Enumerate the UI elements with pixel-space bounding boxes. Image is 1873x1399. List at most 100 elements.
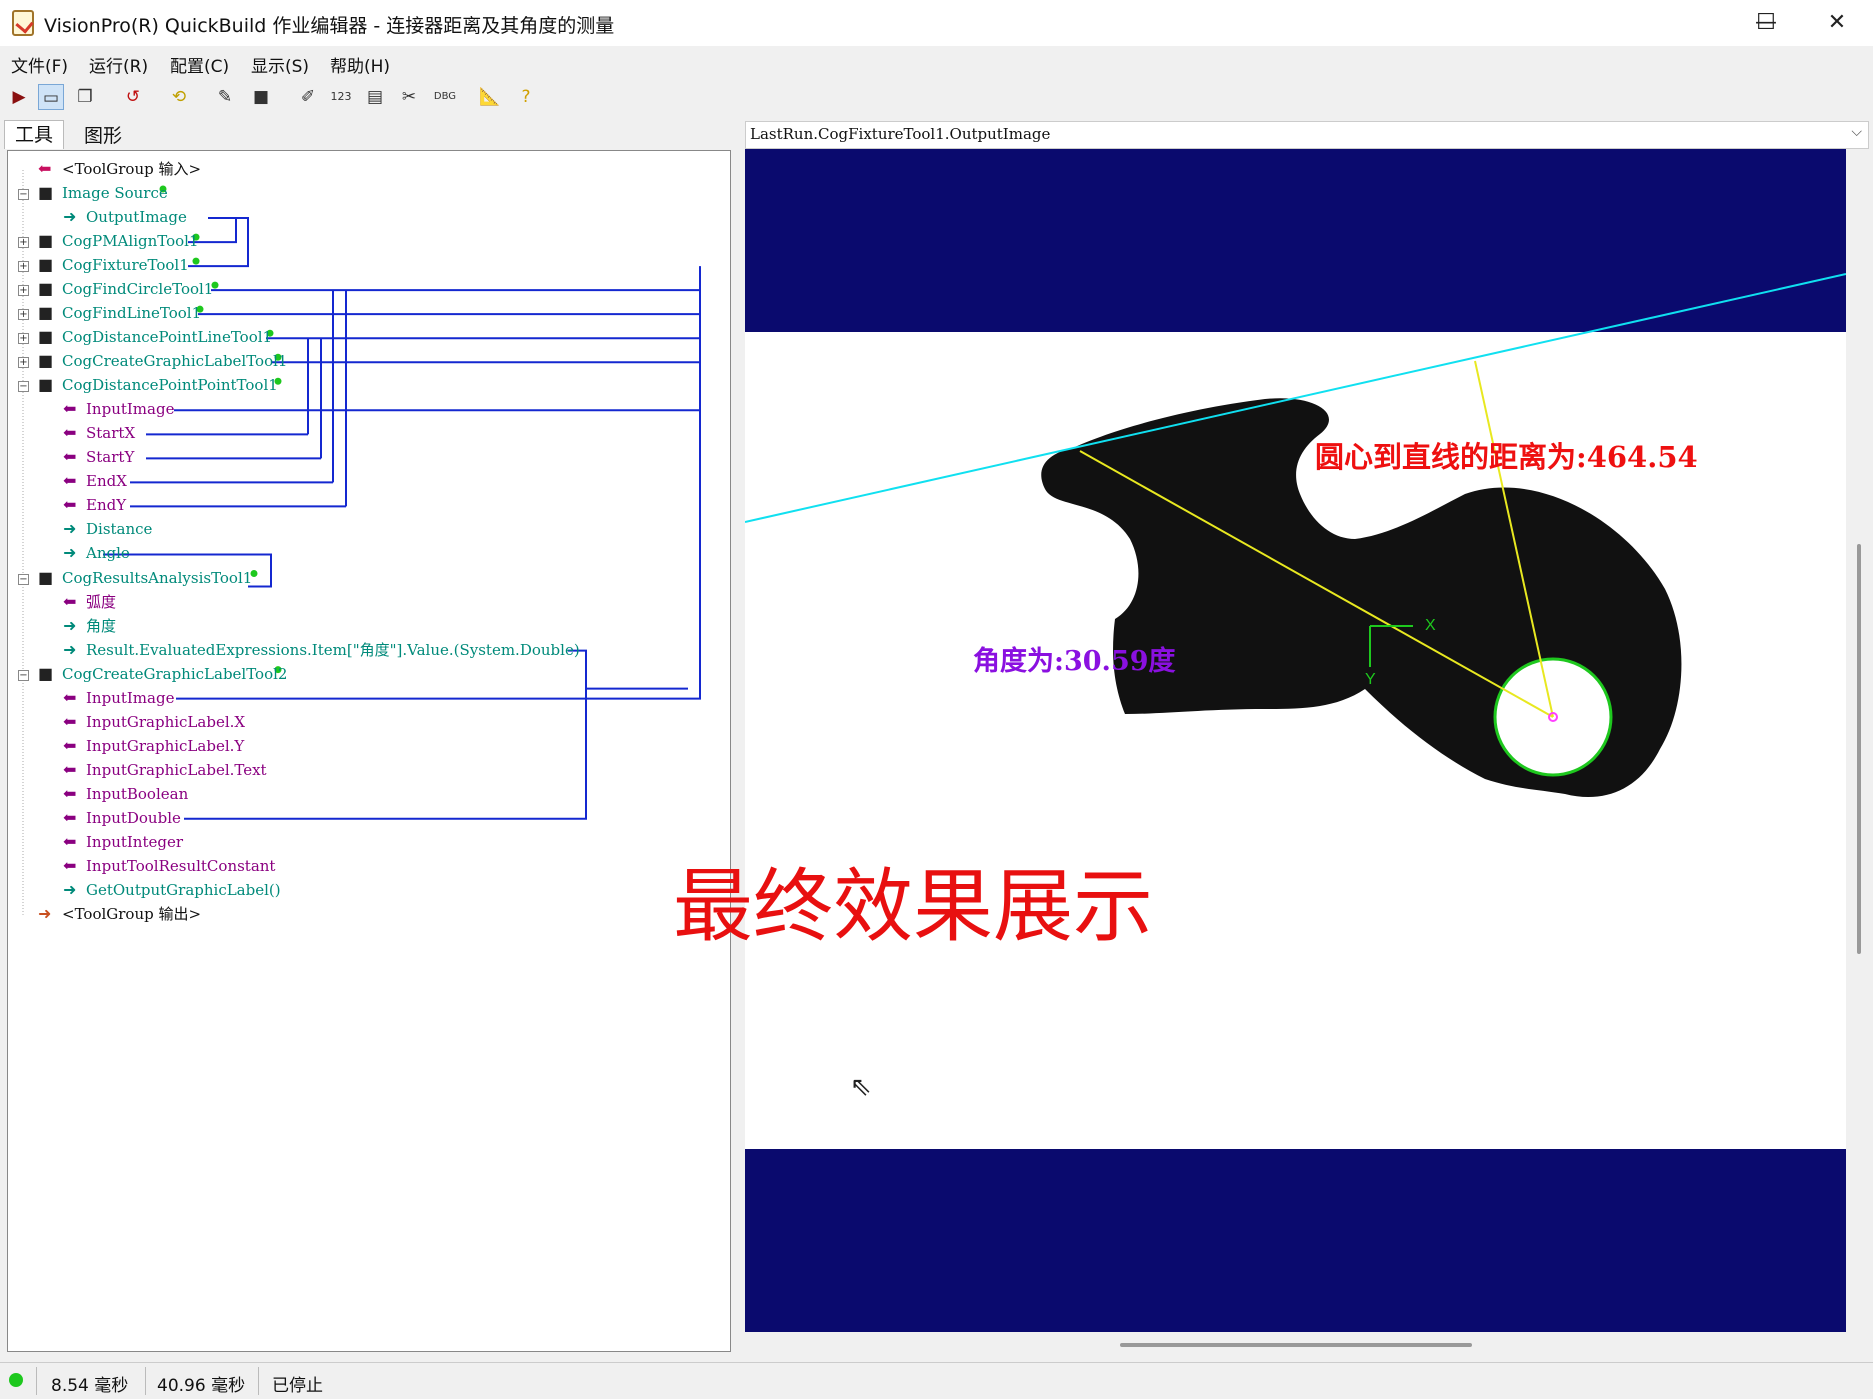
tree-group-node[interactable]: <ToolGroup 输出>: [62, 905, 201, 923]
image-source-selector[interactable]: LastRun.CogFixtureTool1.OutputImage ⌵: [745, 121, 1869, 149]
output-arrow-icon: ⬅: [38, 159, 52, 178]
tree-expander-icon[interactable]: −: [18, 189, 29, 201]
status-divider: [258, 1367, 259, 1395]
tree-terminal-node[interactable]: InputToolResultConstant: [86, 857, 275, 875]
reset-icon[interactable]: ↺: [120, 84, 146, 110]
output-arrow-icon: ➜: [63, 615, 77, 635]
tree-terminal-node[interactable]: StartY: [86, 448, 134, 466]
vertical-scrollbar[interactable]: [1853, 149, 1867, 1332]
tree-tool-node[interactable]: CogDistancePointPointTool1: [62, 376, 278, 394]
show-image-icon[interactable]: ▭: [38, 84, 64, 110]
output-arrow-icon: ➜: [63, 639, 77, 659]
tree-terminal-node[interactable]: Result.EvaluatedExpressions.Item["角度"].V…: [86, 641, 580, 659]
tree-expander-icon[interactable]: −: [18, 669, 29, 681]
horizontal-scroll-thumb[interactable]: [1120, 1343, 1472, 1347]
output-arrow-icon: ➜: [63, 519, 77, 539]
tree-expander-icon[interactable]: +: [18, 237, 29, 249]
tree-terminal-node[interactable]: 弧度: [86, 593, 116, 611]
input-arrow-icon: ⬅: [63, 471, 77, 491]
brush-icon[interactable]: ✎: [212, 84, 238, 110]
output-arrow-icon: ➜: [63, 543, 77, 563]
menu-help[interactable]: 帮助(H): [330, 52, 390, 77]
tool-tree: ⬅ <ToolGroup 输入> ■ Image Source − ➜ OutputImag…: [7, 150, 731, 1352]
tree-terminal-node[interactable]: InputImage: [86, 400, 174, 418]
status-bar: 8.54 毫秒 40.96 毫秒 已停止: [0, 1362, 1873, 1399]
input-arrow-icon: ⬅: [63, 447, 77, 467]
tree-tool-node[interactable]: CogDistancePointLineTool1: [62, 328, 272, 346]
debug-icon[interactable]: DBG: [432, 84, 458, 110]
tools-icon[interactable]: ✂: [396, 84, 422, 110]
tree-expander-icon[interactable]: +: [18, 261, 29, 273]
tree-group-node[interactable]: <ToolGroup 输入>: [62, 160, 201, 178]
tree-terminal-node[interactable]: InputGraphicLabel.Text: [86, 761, 267, 779]
tree-expander-icon[interactable]: −: [18, 381, 29, 393]
toolbar: [0, 78, 1873, 116]
tree-tool-node[interactable]: CogFindCircleTool1: [62, 280, 213, 298]
help-icon[interactable]: ?: [513, 84, 539, 110]
tool-icon: ■: [38, 351, 54, 371]
result-grid-icon[interactable]: ▤: [362, 84, 388, 110]
input-arrow-icon: ⬅: [63, 399, 77, 419]
tab-graphics[interactable]: 图形: [74, 122, 132, 150]
tree-tool-node[interactable]: Image Source: [62, 184, 168, 202]
tree-expander-icon[interactable]: +: [18, 333, 29, 345]
tree-terminal-node[interactable]: OutputImage: [86, 208, 187, 226]
tool-icon: ■: [38, 255, 54, 275]
tab-tools[interactable]: 工具: [4, 120, 65, 149]
tree-tool-node[interactable]: CogCreateGraphicLabelTool2: [62, 665, 287, 683]
menu-config[interactable]: 配置(C): [170, 52, 229, 77]
status-time-last: 8.54 毫秒: [51, 1376, 129, 1396]
tree-terminal-node[interactable]: InputInteger: [86, 833, 183, 851]
image-canvas: X Y: [745, 149, 1846, 1332]
tree-expander-icon[interactable]: +: [18, 357, 29, 369]
run-icon[interactable]: ▶: [6, 84, 32, 110]
tree-terminal-node[interactable]: 角度: [86, 617, 116, 635]
camera-icon[interactable]: ■: [248, 84, 274, 110]
tool-icon: ■: [38, 183, 54, 203]
tree-tool-node[interactable]: CogFixtureTool1: [62, 256, 189, 274]
chevron-down-icon[interactable]: ⌵: [1851, 124, 1862, 140]
tool-icon: ■: [38, 231, 54, 251]
edit-icon[interactable]: ✐: [295, 84, 321, 110]
maximize-button[interactable]: ☐: [1744, 8, 1788, 38]
copy-icon[interactable]: ❐: [72, 84, 98, 110]
status-run-state: 已停止: [272, 1376, 323, 1396]
close-button[interactable]: ✕: [1815, 8, 1859, 38]
tree-expander-icon[interactable]: +: [18, 285, 29, 297]
tree-tool-node[interactable]: CogFindLineTool1: [62, 304, 201, 322]
tree-terminal-node[interactable]: InputImage: [86, 689, 174, 707]
tree-terminal-node[interactable]: InputGraphicLabel.X: [86, 713, 245, 731]
tree-tool-node[interactable]: CogPMAlignTool1: [62, 232, 199, 250]
tree-terminal-node[interactable]: InputBoolean: [86, 785, 188, 803]
tree-tool-node[interactable]: CogResultsAnalysisTool1: [62, 569, 252, 587]
tree-terminal-node[interactable]: Angle: [86, 544, 130, 562]
tree-terminal-node[interactable]: InputDouble: [86, 809, 181, 827]
number-display-icon[interactable]: 123: [328, 84, 354, 110]
vertical-scroll-thumb[interactable]: [1857, 544, 1861, 954]
input-arrow-icon: ⬅: [63, 855, 77, 875]
input-arrow-icon: ⬅: [63, 831, 77, 851]
image-display[interactable]: X Y 圆心到直线的距离为:464.54 角度为:30.59度: [745, 149, 1846, 1332]
input-arrow-icon: ⬅: [63, 495, 77, 515]
menu-run[interactable]: 运行(R): [89, 52, 148, 77]
input-arrow-icon: ⬅: [63, 687, 77, 707]
tree-terminal-node[interactable]: Distance: [86, 520, 152, 538]
tree-terminal-node[interactable]: InputGraphicLabel.Y: [86, 737, 244, 755]
loop-icon[interactable]: ⟲: [166, 84, 192, 110]
tree-tool-node[interactable]: CogCreateGraphicLabelTool1: [62, 352, 287, 370]
tool-icon: ■: [38, 663, 54, 683]
menu-display[interactable]: 显示(S): [251, 52, 309, 77]
ruler-icon[interactable]: 📐: [477, 84, 503, 110]
image-source-label: LastRun.CogFixtureTool1.OutputImage: [750, 125, 1051, 143]
tree-terminal-node[interactable]: StartX: [86, 424, 135, 442]
tool-icon: ■: [38, 567, 54, 587]
status-time-total: 40.96 毫秒: [157, 1376, 246, 1396]
tree-terminal-node[interactable]: EndX: [86, 472, 127, 490]
menu-file[interactable]: 文件(F): [11, 52, 68, 77]
tool-icon: ■: [38, 279, 54, 299]
tree-terminal-node[interactable]: EndY: [86, 496, 126, 514]
tree-terminal-node[interactable]: GetOutputGraphicLabel(): [86, 881, 281, 899]
input-arrow-icon: ⬅: [63, 783, 77, 803]
tree-expander-icon[interactable]: +: [18, 309, 29, 321]
tree-expander-icon[interactable]: −: [18, 573, 29, 585]
